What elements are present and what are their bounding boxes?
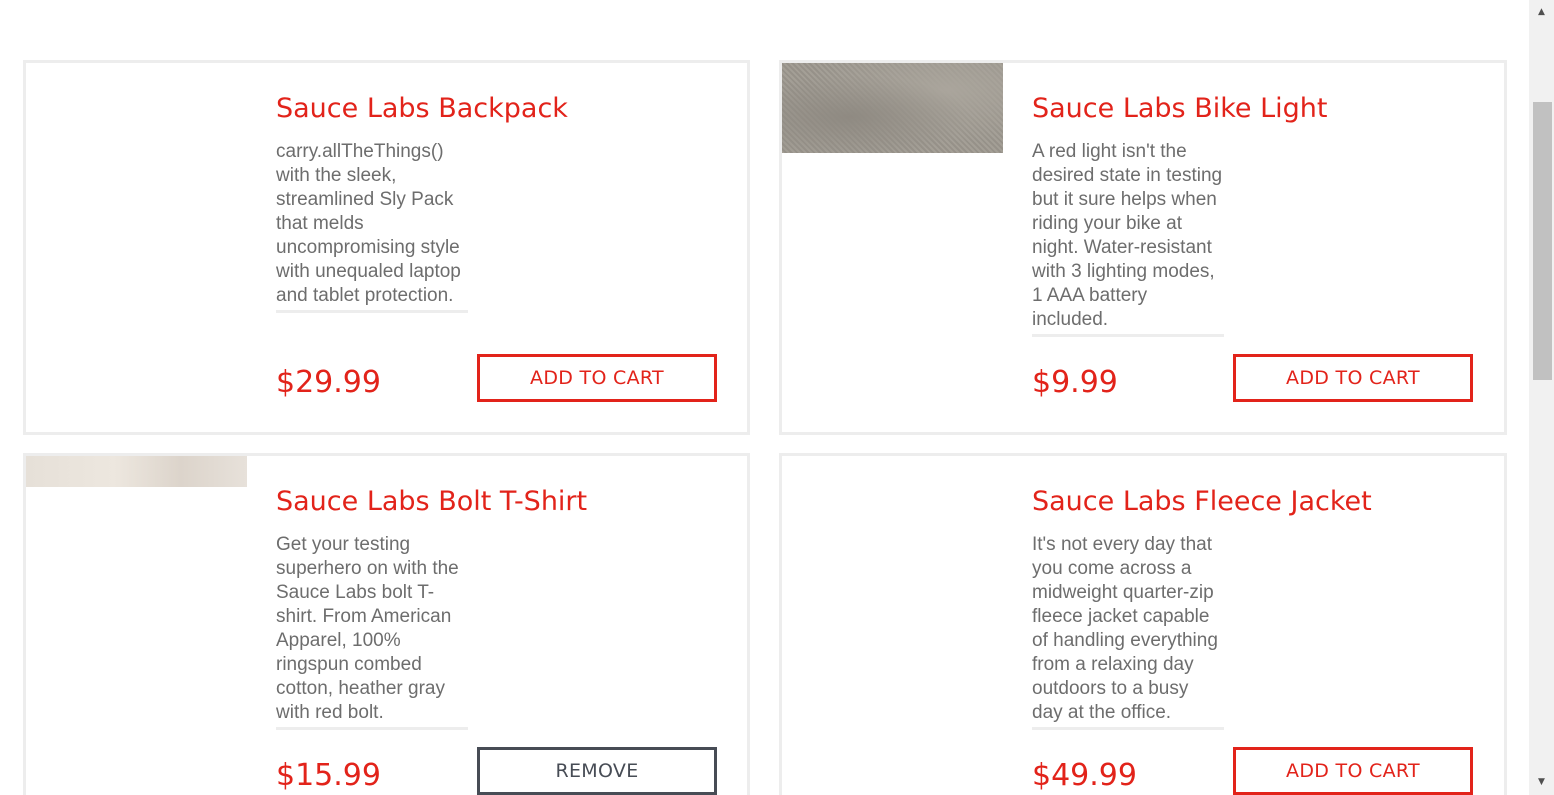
product-price: $9.99 <box>1032 365 1118 400</box>
add-to-cart-button[interactable]: ADD TO CART <box>477 354 717 402</box>
inventory-item-bike-light: Sauce Labs Bike Light A red light isn't … <box>779 60 1507 435</box>
product-description: It's not every day that you come across … <box>1032 533 1224 730</box>
product-description: A red light isn't the desired state in t… <box>1032 140 1224 337</box>
scrollbar-thumb[interactable] <box>1533 102 1552 380</box>
product-price: $15.99 <box>276 758 381 793</box>
inventory-item-backpack: Sauce Labs Backpack carry.allTheThings()… <box>23 60 750 435</box>
scroll-up-arrow-icon[interactable]: ▲ <box>1529 4 1554 21</box>
product-name-link[interactable]: Sauce Labs Fleece Jacket <box>1032 486 1372 517</box>
remove-button[interactable]: REMOVE <box>477 747 717 795</box>
add-to-cart-button[interactable]: ADD TO CART <box>1233 747 1473 795</box>
product-description: carry.allTheThings() with the sleek, str… <box>276 140 468 313</box>
vertical-scrollbar[interactable]: ▲ ▼ <box>1529 0 1554 795</box>
inventory-item-bolt-tshirt: Sauce Labs Bolt T-Shirt Get your testing… <box>23 453 750 795</box>
inventory-page: Sauce Labs Backpack carry.allTheThings()… <box>0 0 1554 795</box>
add-to-cart-button[interactable]: ADD TO CART <box>1233 354 1473 402</box>
product-description: Get your testing superhero on with the S… <box>276 533 468 730</box>
product-price: $49.99 <box>1032 758 1137 793</box>
product-price: $29.99 <box>276 365 381 400</box>
scroll-down-arrow-icon[interactable]: ▼ <box>1529 774 1554 791</box>
inventory-item-fleece-jacket: Sauce Labs Fleece Jacket It's not every … <box>779 453 1507 795</box>
product-name-link[interactable]: Sauce Labs Backpack <box>276 93 568 124</box>
product-name-link[interactable]: Sauce Labs Bolt T-Shirt <box>276 486 587 517</box>
product-name-link[interactable]: Sauce Labs Bike Light <box>1032 93 1327 124</box>
product-image-bike-light[interactable] <box>782 63 1003 153</box>
product-image-bolt-tshirt[interactable] <box>26 456 247 487</box>
